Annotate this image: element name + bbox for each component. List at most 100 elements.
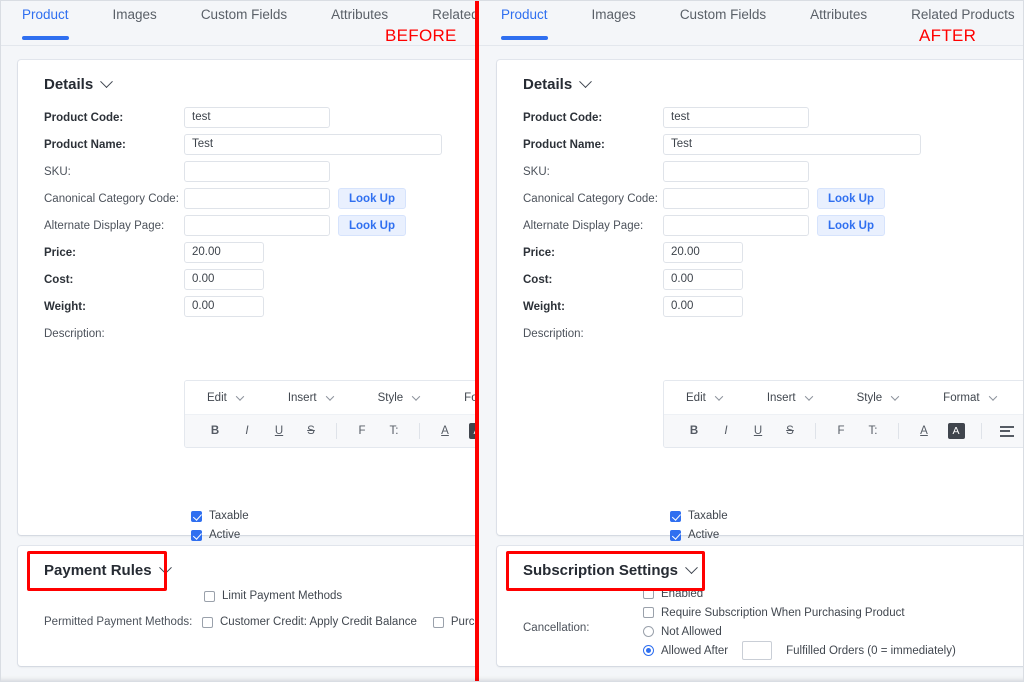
price-input[interactable]: 20.00 (184, 242, 264, 263)
alternate-display-page-lookup-button[interactable]: Look Up (338, 215, 406, 236)
field-label: Alternate Display Page: (44, 219, 165, 232)
background-color-icon[interactable]: A (464, 419, 475, 443)
chevron-down-icon (411, 391, 421, 401)
active-label: Active (688, 529, 720, 541)
font-family-icon[interactable]: F (349, 419, 375, 443)
taxable-checkbox[interactable] (670, 510, 681, 522)
editor-menu-style[interactable]: Style (857, 392, 900, 404)
details-form-before: Product Code: test Product Name: Test SK… (44, 104, 442, 347)
chevron-down-icon[interactable] (100, 75, 114, 89)
enabled-checkbox[interactable] (643, 588, 654, 599)
allowed-after-row[interactable]: Allowed After Fulfilled Orders (0 = imme… (643, 641, 956, 660)
font-family-icon[interactable]: F (828, 419, 854, 443)
cost-input[interactable]: 0.00 (184, 269, 264, 290)
not-allowed-row[interactable]: Not Allowed (643, 622, 956, 641)
product-name-input[interactable]: Test (663, 134, 921, 155)
customer-credit-checkbox[interactable] (202, 616, 213, 628)
limit-payment-methods-row[interactable]: Limit Payment Methods (204, 590, 475, 602)
underline-icon[interactable]: U (745, 419, 771, 443)
allowed-after-radio[interactable] (643, 645, 654, 656)
product-code-input[interactable]: test (184, 107, 330, 128)
tab-custom-fields[interactable]: Custom Fields (680, 4, 766, 36)
editor-menu-edit[interactable]: Edit (207, 392, 245, 404)
price-input[interactable]: 20.00 (663, 242, 743, 263)
product-flags-after: Taxable Active (670, 510, 728, 548)
editor-menu-style[interactable]: Style (378, 391, 421, 404)
active-checkbox-row[interactable]: Active (670, 529, 728, 541)
alternate-display-page-input[interactable] (663, 215, 809, 236)
active-checkbox[interactable] (191, 529, 202, 541)
toolbar-divider (815, 423, 816, 439)
allowed-after-label: Allowed After (661, 644, 729, 657)
enabled-row[interactable]: Enabled (643, 584, 956, 603)
bold-icon[interactable]: B (681, 419, 707, 443)
field-label: Description: (44, 327, 105, 340)
field-row-price: Price: 20.00 (523, 239, 921, 266)
underline-icon[interactable]: U (266, 419, 292, 443)
font-size-icon[interactable]: T: (860, 419, 886, 443)
chevron-down-icon[interactable] (579, 75, 593, 89)
details-section-title[interactable]: Details (523, 75, 593, 93)
field-row-cost: Cost: 0.00 (523, 266, 921, 293)
canonical-category-lookup-button[interactable]: Look Up (338, 188, 406, 209)
taxable-checkbox-row[interactable]: Taxable (670, 510, 728, 522)
tab-attributes[interactable]: Attributes (810, 4, 867, 36)
alternate-display-page-lookup-button[interactable]: Look Up (817, 215, 885, 236)
not-allowed-radio[interactable] (643, 626, 654, 637)
active-checkbox[interactable] (670, 529, 681, 541)
tab-label: Images (591, 7, 636, 22)
product-code-input[interactable]: test (663, 107, 809, 128)
product-name-input[interactable]: Test (184, 134, 442, 155)
tab-custom-fields[interactable]: Custom Fields (201, 4, 287, 36)
subscription-settings-section-title[interactable]: Subscription Settings (523, 561, 698, 579)
strikethrough-icon[interactable]: S (777, 419, 803, 443)
tab-images[interactable]: Images (113, 4, 157, 36)
editor-menu-edit[interactable]: Edit (686, 392, 724, 404)
editor-menu-insert[interactable]: Insert (767, 392, 813, 404)
customer-credit-row[interactable]: Customer Credit: Apply Credit Balance (202, 616, 417, 628)
align-left-icon[interactable] (994, 419, 1020, 443)
taxable-checkbox[interactable] (191, 510, 202, 522)
tab-images[interactable]: Images (592, 4, 636, 36)
weight-input[interactable]: 0.00 (663, 296, 743, 317)
description-rich-text-editor[interactable]: Edit Insert Style Format B I U S F T: (184, 380, 475, 448)
editor-menu-insert[interactable]: Insert (288, 392, 334, 404)
canonical-category-lookup-button[interactable]: Look Up (817, 188, 885, 209)
tab-product[interactable]: Product (22, 4, 69, 40)
tab-attributes[interactable]: Attributes (331, 4, 388, 36)
cost-input[interactable]: 0.00 (663, 269, 743, 290)
require-subscription-row[interactable]: Require Subscription When Purchasing Pro… (643, 603, 956, 622)
alternate-display-page-input[interactable] (184, 215, 330, 236)
payment-rules-title-text: Payment Rules (44, 562, 152, 579)
canonical-category-code-input[interactable] (663, 188, 809, 209)
payment-rules-section-title[interactable]: Payment Rules (44, 561, 172, 579)
chevron-down-icon[interactable] (158, 561, 172, 575)
background-color-icon[interactable]: A (943, 419, 969, 443)
editor-menu-format[interactable]: Format (464, 392, 475, 404)
tab-product[interactable]: Product (501, 4, 548, 40)
italic-icon[interactable]: I (234, 419, 260, 443)
editor-menu-format[interactable]: Format (943, 392, 997, 404)
active-checkbox-row[interactable]: Active (191, 529, 249, 541)
canonical-category-code-input[interactable] (184, 188, 330, 209)
fulfilled-orders-input[interactable] (742, 641, 773, 660)
limit-payment-methods-checkbox[interactable] (204, 590, 215, 602)
sku-input[interactable] (663, 161, 809, 182)
weight-input[interactable]: 0.00 (184, 296, 264, 317)
description-rich-text-editor[interactable]: Edit Insert Style Format B I U S F T: (663, 380, 1024, 448)
require-subscription-checkbox[interactable] (643, 607, 654, 618)
fulfilled-orders-suffix-label: Fulfilled Orders (0 = immediately) (786, 644, 956, 657)
chevron-down-icon[interactable] (685, 561, 698, 575)
text-color-icon[interactable]: A (911, 419, 937, 443)
field-label: Weight: (523, 300, 565, 313)
bold-icon[interactable]: B (202, 419, 228, 443)
italic-icon[interactable]: I (713, 419, 739, 443)
taxable-checkbox-row[interactable]: Taxable (191, 510, 249, 522)
font-size-icon[interactable]: T: (381, 419, 407, 443)
strikethrough-icon[interactable]: S (298, 419, 324, 443)
purchase-order-row[interactable]: Purchase Order (432, 616, 475, 628)
details-section-title[interactable]: Details (44, 75, 114, 93)
purchase-order-checkbox[interactable] (432, 616, 444, 628)
sku-input[interactable] (184, 161, 330, 182)
text-color-icon[interactable]: A (432, 419, 458, 443)
